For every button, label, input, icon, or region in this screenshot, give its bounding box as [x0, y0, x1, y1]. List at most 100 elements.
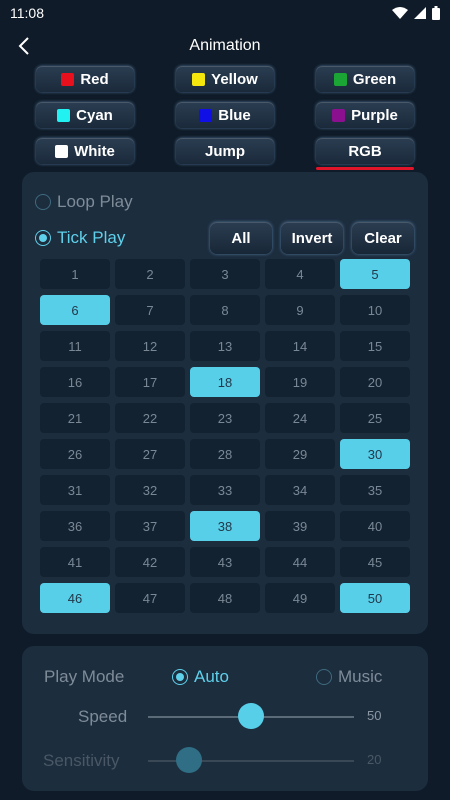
tick-play-label: Tick Play: [57, 228, 126, 247]
auto-option[interactable]: Auto: [172, 667, 229, 687]
tick-cell[interactable]: 25: [340, 403, 410, 433]
tick-cell[interactable]: 50: [340, 583, 410, 613]
speed-value: 50: [367, 708, 382, 723]
tick-cell[interactable]: 31: [40, 475, 110, 505]
tick-cell[interactable]: 42: [115, 547, 185, 577]
back-button[interactable]: [12, 34, 36, 58]
tick-cell[interactable]: 40: [340, 511, 410, 541]
tick-cell[interactable]: 8: [190, 295, 260, 325]
speed-label: Speed: [78, 707, 128, 726]
color-button-label: White: [74, 142, 115, 160]
tick-cell[interactable]: 21: [40, 403, 110, 433]
color-button-label: Purple: [351, 106, 398, 124]
speed-slider-thumb[interactable]: [238, 703, 264, 729]
color-button-label: Red: [80, 70, 109, 88]
tick-cell[interactable]: 41: [40, 547, 110, 577]
tick-cell[interactable]: 5: [340, 259, 410, 289]
color-button-label: RGB: [348, 142, 382, 160]
tick-cell[interactable]: 39: [265, 511, 335, 541]
tick-cell[interactable]: 46: [40, 583, 110, 613]
tick-cell[interactable]: 24: [265, 403, 335, 433]
tick-cell[interactable]: 47: [115, 583, 185, 613]
battery-icon: [432, 6, 440, 20]
sensitivity-value: 20: [367, 752, 382, 767]
tick-cell[interactable]: 28: [190, 439, 260, 469]
color-button-rgb[interactable]: RGB: [316, 138, 414, 170]
color-button-cyan[interactable]: Cyan: [36, 102, 134, 128]
tick-cell[interactable]: 16: [40, 367, 110, 397]
tick-cell[interactable]: 45: [340, 547, 410, 577]
tick-cell[interactable]: 34: [265, 475, 335, 505]
tick-cell[interactable]: 17: [115, 367, 185, 397]
tick-cell[interactable]: 12: [115, 331, 185, 361]
tick-cell[interactable]: 49: [265, 583, 335, 613]
tick-cell[interactable]: 38: [190, 511, 260, 541]
tick-cell[interactable]: 18: [190, 367, 260, 397]
auto-label: Auto: [194, 667, 229, 686]
auto-radio[interactable]: [172, 669, 188, 685]
tick-cell[interactable]: 44: [265, 547, 335, 577]
tick-cell[interactable]: 3: [190, 259, 260, 289]
sensitivity-slider-thumb[interactable]: [176, 747, 203, 773]
color-swatch: [55, 144, 69, 158]
tick-cell[interactable]: 10: [340, 295, 410, 325]
loop-play-option[interactable]: Loop Play: [35, 192, 133, 212]
color-button-label: Jump: [204, 142, 245, 160]
top-app-bar: Animation: [0, 30, 450, 62]
play-mode-panel: Play Mode Auto Music Speed 50 Sensitivit…: [22, 646, 428, 791]
music-radio[interactable]: [316, 669, 332, 685]
tick-cell[interactable]: 19: [265, 367, 335, 397]
color-button-green[interactable]: Green: [316, 66, 414, 92]
tick-cell[interactable]: 37: [115, 511, 185, 541]
tick-cell[interactable]: 4: [265, 259, 335, 289]
tick-cell[interactable]: 48: [190, 583, 260, 613]
status-icons: [392, 6, 440, 20]
music-label: Music: [338, 667, 383, 686]
tick-cell[interactable]: 29: [265, 439, 335, 469]
color-swatch: [199, 108, 213, 122]
tick-cell[interactable]: 11: [40, 331, 110, 361]
tick-play-option[interactable]: Tick Play: [35, 228, 125, 248]
tick-cell[interactable]: 43: [190, 547, 260, 577]
select-all-button[interactable]: All: [210, 222, 272, 254]
tick-cell[interactable]: 14: [265, 331, 335, 361]
tick-cell[interactable]: 1: [40, 259, 110, 289]
tick-cell[interactable]: 15: [340, 331, 410, 361]
color-button-blue[interactable]: Blue: [176, 102, 274, 128]
tick-cell[interactable]: 32: [115, 475, 185, 505]
playback-panel: Loop Play Tick Play All Invert Clear 123…: [22, 172, 428, 634]
tick-cell[interactable]: 35: [340, 475, 410, 505]
color-button-label: Green: [352, 70, 397, 88]
tick-play-radio[interactable]: [35, 230, 51, 246]
tick-cell[interactable]: 23: [190, 403, 260, 433]
tick-cell[interactable]: 30: [340, 439, 410, 469]
loop-play-radio[interactable]: [35, 194, 51, 210]
color-button-grid: Red Yellow Green Cyan Blue Purple White Jump RGB: [36, 66, 414, 170]
signal-icon: [414, 7, 426, 19]
tick-cell[interactable]: 2: [115, 259, 185, 289]
clear-button[interactable]: Clear: [352, 222, 414, 254]
tick-cell[interactable]: 27: [115, 439, 185, 469]
color-button-white[interactable]: White: [36, 138, 134, 164]
chevron-left-icon: [18, 37, 29, 55]
color-button-purple[interactable]: Purple: [316, 102, 414, 128]
tick-cell[interactable]: 22: [115, 403, 185, 433]
color-button-yellow[interactable]: Yellow: [176, 66, 274, 92]
tick-cell[interactable]: 7: [115, 295, 185, 325]
color-swatch: [61, 72, 75, 86]
tick-cell[interactable]: 9: [265, 295, 335, 325]
color-swatch: [57, 108, 71, 122]
color-swatch: [332, 108, 346, 122]
tick-cell[interactable]: 26: [40, 439, 110, 469]
tick-cell[interactable]: 13: [190, 331, 260, 361]
color-button-red[interactable]: Red: [36, 66, 134, 92]
tick-cell[interactable]: 20: [340, 367, 410, 397]
music-option[interactable]: Music: [316, 667, 382, 687]
tick-cell[interactable]: 36: [40, 511, 110, 541]
tick-cell[interactable]: 33: [190, 475, 260, 505]
status-bar: 11:08: [0, 0, 450, 26]
tick-number-grid: 1 2 3 4 5 6 7 8 9 10 11 12 13 14 15 16 17 18 19 20 21 22 23 24 2…: [40, 259, 410, 613]
invert-button[interactable]: Invert: [281, 222, 343, 254]
tick-cell[interactable]: 6: [40, 295, 110, 325]
color-button-jump[interactable]: Jump: [176, 138, 274, 164]
